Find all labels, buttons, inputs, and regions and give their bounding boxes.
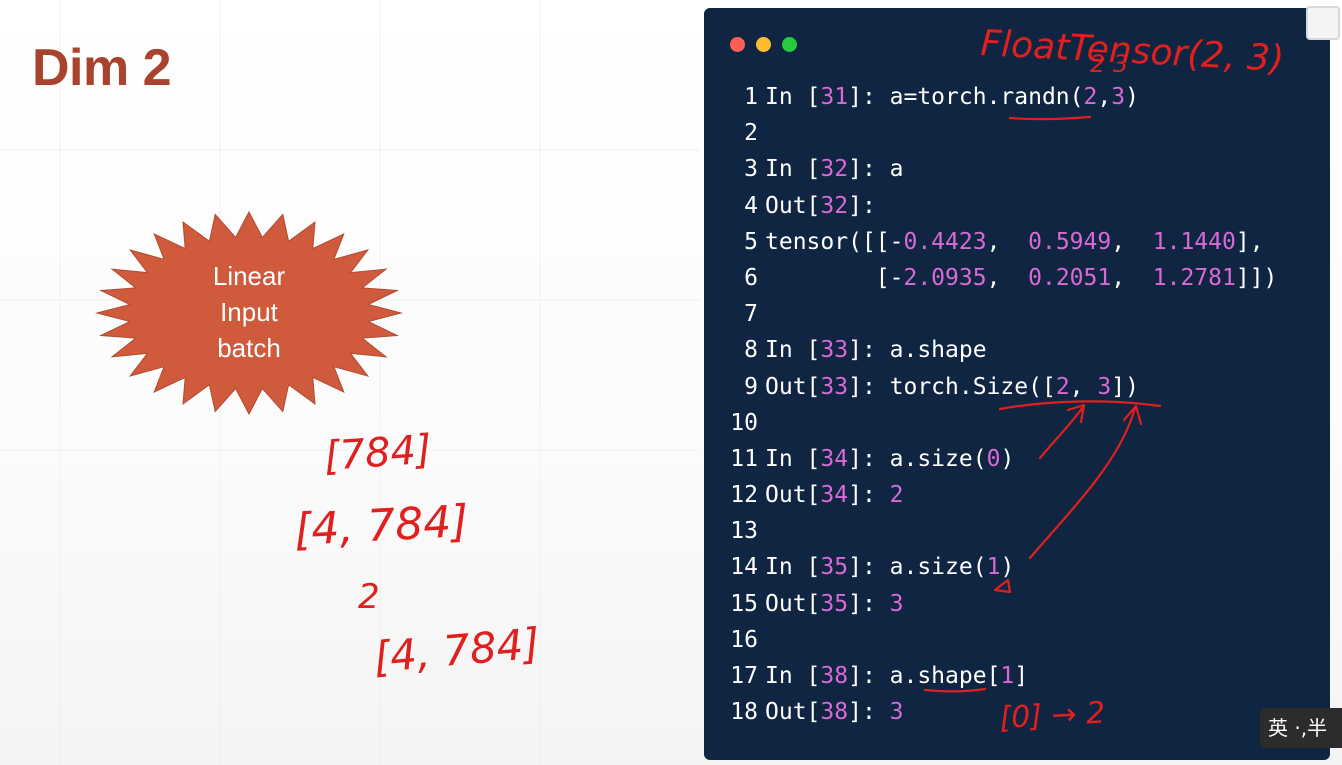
starburst-label-line: batch [217, 333, 281, 363]
code-line: 16 [704, 622, 1330, 658]
code-text: In [33]: a.shape [765, 337, 987, 364]
code-text: Out[32]: [765, 192, 876, 219]
line-number: 15 [730, 590, 758, 617]
code-line: 12 Out[34]: 2 [704, 477, 1330, 513]
code-text: tensor([[-0.4423, 0.5949, 1.1440], [765, 228, 1264, 255]
code-text: Out[38]: 3 [765, 699, 904, 726]
code-line: 2 [704, 115, 1330, 151]
code-line: 17 In [38]: a.shape[1] [704, 658, 1330, 694]
code-line: 14 In [35]: a.size(1) [704, 549, 1330, 585]
maximize-dot-icon[interactable] [782, 37, 797, 52]
line-number: 10 [730, 409, 758, 436]
code-text: Out[35]: 3 [765, 590, 904, 617]
code-text: In [35]: a.size(1) [765, 554, 1015, 581]
line-number: 16 [730, 626, 758, 653]
line-number: 17 [730, 663, 758, 689]
code-line: 6 [-2.0935, 0.2051, 1.2781]]) [704, 260, 1330, 296]
code-line: 15 Out[35]: 3 [704, 586, 1330, 622]
line-number: 2 [744, 120, 758, 147]
line-number: 9 [744, 373, 758, 400]
code-line: 3 In [32]: a [704, 151, 1330, 187]
line-number: 8 [744, 337, 758, 364]
code-text: In [34]: a.size(0) [765, 445, 1015, 472]
code-line: 1 In [31]: a=torch.randn(2,3) [704, 79, 1330, 115]
code-line: 11 In [34]: a.size(0) [704, 441, 1330, 477]
corner-control[interactable] [1306, 6, 1340, 40]
line-number: 7 [744, 301, 758, 328]
code-line: 4 Out[32]: [704, 188, 1330, 224]
code-line: 13 [704, 513, 1330, 549]
line-number: 11 [730, 445, 758, 472]
line-number: 3 [744, 156, 758, 183]
starburst-label-line: Input [220, 297, 278, 327]
code-window: 1 In [31]: a=torch.randn(2,3) 2 3 In [32]: a… [704, 8, 1330, 760]
minimize-dot-icon[interactable] [756, 37, 771, 52]
code-text: In [31]: a=torch.randn(2,3) [765, 84, 1139, 110]
line-number: 6 [744, 264, 758, 291]
code-line: 5 tensor([[-0.4423, 0.5949, 1.1440], [704, 224, 1330, 260]
line-number: 14 [730, 554, 758, 581]
code-line: 8 In [33]: a.shape [704, 332, 1330, 368]
line-number: 13 [730, 518, 758, 545]
code-line: 9 Out[33]: torch.Size([2, 3]) [704, 369, 1330, 405]
close-dot-icon[interactable] [730, 37, 745, 52]
code-text: Out[34]: 2 [765, 482, 904, 509]
line-number: 18 [730, 699, 758, 726]
code-text: In [38]: a.shape[1] [765, 663, 1029, 689]
ime-indicator[interactable]: 英 ·,半 [1260, 708, 1342, 748]
code-text: Out[33]: torch.Size([2, 3]) [765, 373, 1139, 400]
starburst-label-line: Linear [212, 261, 286, 291]
code-line: 10 [704, 405, 1330, 441]
line-number: 12 [730, 482, 758, 509]
code-listing: 1 In [31]: a=torch.randn(2,3) 2 3 In [32]: a… [704, 79, 1330, 730]
code-text: In [32]: a [765, 156, 904, 183]
code-line: 7 [704, 296, 1330, 332]
code-text: [-2.0935, 0.2051, 1.2781]]) [765, 264, 1278, 291]
line-number: 5 [744, 228, 758, 255]
line-number: 1 [744, 84, 758, 110]
slide-title: Dim 2 [32, 39, 172, 97]
starburst-label: Linear Input batch [95, 258, 403, 366]
line-number: 4 [744, 192, 758, 219]
code-line: 18 Out[38]: 3 [704, 694, 1330, 730]
